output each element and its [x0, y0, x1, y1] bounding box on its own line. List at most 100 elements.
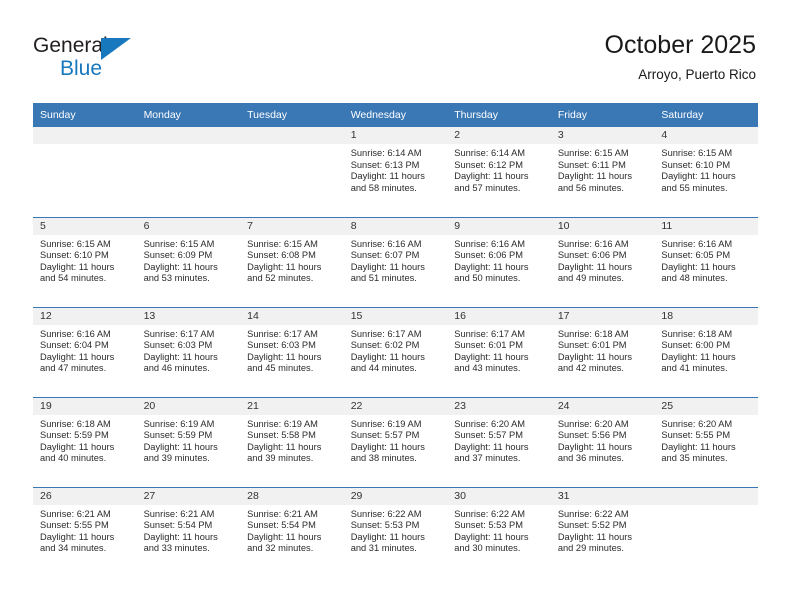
day-detail-line: and 51 minutes.	[350, 273, 417, 284]
day-detail-line: and 40 minutes.	[40, 453, 107, 464]
day-detail-line: Daylight: 11 hours	[557, 531, 633, 542]
day-number: 20	[136, 397, 241, 415]
day-detail-line: Sunrise: 6:20 AM	[454, 418, 526, 429]
day-detail-line: and 52 minutes.	[247, 273, 314, 284]
day-details: Sunrise: 6:18 AM Sunset: 5:59 PM Daylight:…	[33, 415, 137, 465]
calendar-day-cell[interactable]: 7 Sunrise: 6:15 AM Sunset: 6:08 PM Daylight…	[240, 216, 344, 307]
calendar-day-cell[interactable]: 6 Sunrise: 6:15 AM Sunset: 6:09 PM Daylight…	[136, 216, 241, 307]
weekday-header-sunday: Sunday	[33, 103, 137, 127]
day-number: 1	[343, 127, 448, 144]
calendar-day-cell[interactable]: 9 Sunrise: 6:16 AM Sunset: 6:06 PM Daylight…	[447, 216, 551, 307]
calendar-day-cell[interactable]: 27 Sunrise: 6:21 AM Sunset: 5:54 PM Dayligh…	[136, 486, 241, 577]
day-detail-line: Daylight: 11 hours	[454, 351, 529, 362]
day-number: 19	[33, 397, 137, 415]
calendar-day-cell[interactable]: 16 Sunrise: 6:17 AM Sunset: 6:01 PM Dayligh…	[447, 306, 551, 397]
day-detail-line: Sunset: 6:11 PM	[557, 159, 626, 170]
day-detail-line: and 39 minutes.	[143, 453, 210, 464]
day-detail-line: Sunset: 5:53 PM	[454, 520, 523, 531]
day-detail-line: Sunset: 6:12 PM	[454, 159, 523, 170]
calendar-day-cell[interactable]: 18 Sunrise: 6:18 AM Sunset: 6:00 PM Dayligh…	[654, 306, 758, 397]
day-number: 5	[33, 217, 137, 235]
calendar-day-cell[interactable]: 15 Sunrise: 6:17 AM Sunset: 6:02 PM Dayligh…	[343, 306, 448, 397]
day-detail-line: Sunrise: 6:21 AM	[143, 508, 215, 519]
day-details: Sunrise: 6:20 AM Sunset: 5:57 PM Daylight:…	[447, 415, 551, 465]
day-details: Sunrise: 6:14 AM Sunset: 6:12 PM Daylight:…	[447, 144, 551, 194]
day-detail-line: Sunset: 6:03 PM	[247, 340, 316, 351]
calendar-day-cell[interactable]: 28 Sunrise: 6:21 AM Sunset: 5:54 PM Dayligh…	[240, 486, 344, 577]
day-details: Sunrise: 6:17 AM Sunset: 6:03 PM Daylight:…	[137, 325, 241, 375]
calendar-day-cell[interactable]: 12 Sunrise: 6:16 AM Sunset: 6:04 PM Dayligh…	[33, 306, 137, 397]
day-detail-line: Sunset: 6:01 PM	[454, 340, 523, 351]
day-number: 3	[550, 127, 655, 144]
day-detail-line: Sunrise: 6:20 AM	[661, 418, 733, 429]
day-detail-line: Sunrise: 6:17 AM	[247, 328, 318, 339]
calendar-day-cell-empty	[33, 127, 137, 217]
calendar-day-cell[interactable]: 24 Sunrise: 6:20 AM Sunset: 5:56 PM Dayligh…	[550, 396, 655, 487]
day-detail-line: and 42 minutes.	[557, 363, 624, 374]
day-detail-line: Sunrise: 6:18 AM	[661, 328, 733, 339]
day-detail-line: Sunset: 5:59 PM	[143, 430, 213, 441]
day-detail-line: Sunrise: 6:16 AM	[350, 238, 422, 249]
day-number	[654, 487, 758, 505]
day-number: 29	[343, 487, 448, 505]
day-detail-line: Sunset: 6:04 PM	[40, 340, 109, 351]
day-detail-line: Daylight: 11 hours	[350, 261, 425, 272]
brand-logo[interactable]: General Blue	[33, 34, 183, 90]
day-detail-line: Sunrise: 6:20 AM	[557, 418, 629, 429]
calendar-day-cell[interactable]: 19 Sunrise: 6:18 AM Sunset: 5:59 PM Dayligh…	[33, 396, 137, 487]
calendar-day-cell[interactable]: 11 Sunrise: 6:16 AM Sunset: 6:05 PM Dayligh…	[654, 216, 758, 307]
day-detail-line: and 35 minutes.	[661, 453, 728, 464]
day-details: Sunrise: 6:17 AM Sunset: 6:03 PM Daylight:…	[240, 325, 344, 375]
day-number: 21	[240, 397, 344, 415]
calendar-day-cell[interactable]: 8 Sunrise: 6:16 AM Sunset: 6:07 PM Daylight…	[343, 216, 448, 307]
calendar-day-cell[interactable]: 10 Sunrise: 6:16 AM Sunset: 6:06 PM Dayligh…	[550, 216, 655, 307]
calendar-day-cell[interactable]: 31 Sunrise: 6:22 AM Sunset: 5:52 PM Dayligh…	[550, 486, 655, 577]
day-details: Sunrise: 6:22 AM Sunset: 5:53 PM Daylight:…	[447, 505, 551, 555]
calendar-day-cell[interactable]: 30 Sunrise: 6:22 AM Sunset: 5:53 PM Dayligh…	[447, 486, 551, 577]
calendar-day-cell[interactable]: 14 Sunrise: 6:17 AM Sunset: 6:03 PM Dayligh…	[240, 306, 344, 397]
calendar-day-cell[interactable]: 20 Sunrise: 6:19 AM Sunset: 5:59 PM Dayligh…	[136, 396, 241, 487]
day-details: Sunrise: 6:21 AM Sunset: 5:54 PM Daylight:…	[240, 505, 344, 555]
day-number: 27	[136, 487, 241, 505]
day-number: 12	[33, 307, 137, 325]
day-detail-line: Daylight: 11 hours	[40, 351, 115, 362]
day-detail-line: and 57 minutes.	[454, 182, 521, 193]
calendar-day-cell[interactable]: 1 Sunrise: 6:14 AM Sunset: 6:13 PM Daylight…	[343, 127, 448, 217]
day-detail-line: Sunrise: 6:14 AM	[350, 148, 422, 158]
day-detail-line: Sunset: 5:55 PM	[40, 520, 109, 531]
day-detail-line: and 44 minutes.	[350, 363, 417, 374]
day-detail-line: and 32 minutes.	[247, 543, 314, 554]
calendar-day-cell[interactable]: 4 Sunrise: 6:15 AM Sunset: 6:10 PM Daylight…	[654, 127, 758, 217]
day-detail-line: and 45 minutes.	[247, 363, 314, 374]
calendar-day-cell[interactable]: 2 Sunrise: 6:14 AM Sunset: 6:12 PM Daylight…	[447, 127, 551, 217]
day-detail-line: Daylight: 11 hours	[454, 171, 529, 182]
day-details: Sunrise: 6:16 AM Sunset: 6:06 PM Daylight:…	[551, 235, 655, 285]
day-number: 15	[343, 307, 448, 325]
day-details: Sunrise: 6:15 AM Sunset: 6:08 PM Daylight:…	[240, 235, 344, 285]
day-number: 31	[550, 487, 655, 505]
day-detail-line: and 54 minutes.	[40, 273, 107, 284]
title-block: October 2025 Arroyo, Puerto Rico	[605, 30, 757, 83]
day-details: Sunrise: 6:20 AM Sunset: 5:56 PM Daylight:…	[551, 415, 655, 465]
calendar-day-cell[interactable]: 22 Sunrise: 6:19 AM Sunset: 5:57 PM Dayligh…	[343, 396, 448, 487]
day-detail-line: and 55 minutes.	[661, 182, 728, 193]
page-subtitle: Arroyo, Puerto Rico	[638, 67, 756, 82]
calendar-day-cell[interactable]: 23 Sunrise: 6:20 AM Sunset: 5:57 PM Dayligh…	[447, 396, 551, 487]
calendar-table: Sunday Monday Tuesday Wednesday Thursday Frid…	[33, 103, 758, 577]
calendar-day-cell[interactable]: 5 Sunrise: 6:15 AM Sunset: 6:10 PM Daylight…	[33, 216, 137, 307]
day-detail-line: Sunset: 6:03 PM	[143, 340, 213, 351]
calendar-day-cell[interactable]: 21 Sunrise: 6:19 AM Sunset: 5:58 PM Dayligh…	[240, 396, 344, 487]
calendar-day-cell[interactable]: 3 Sunrise: 6:15 AM Sunset: 6:11 PM Daylight…	[550, 127, 655, 217]
day-detail-line: Sunset: 6:06 PM	[454, 250, 523, 261]
day-number: 24	[550, 397, 655, 415]
day-detail-line: and 30 minutes.	[454, 543, 521, 554]
calendar-day-cell[interactable]: 29 Sunrise: 6:22 AM Sunset: 5:53 PM Dayligh…	[343, 486, 448, 577]
day-detail-line: Sunset: 5:58 PM	[247, 430, 316, 441]
calendar-day-cell[interactable]: 26 Sunrise: 6:21 AM Sunset: 5:55 PM Dayligh…	[33, 486, 137, 577]
day-detail-line: Sunrise: 6:16 AM	[557, 238, 629, 249]
day-detail-line: Sunset: 5:57 PM	[454, 430, 523, 441]
calendar-day-cell[interactable]: 13 Sunrise: 6:17 AM Sunset: 6:03 PM Dayligh…	[136, 306, 241, 397]
calendar-day-cell[interactable]: 17 Sunrise: 6:18 AM Sunset: 6:01 PM Dayligh…	[550, 306, 655, 397]
calendar-day-cell[interactable]: 25 Sunrise: 6:20 AM Sunset: 5:55 PM Dayligh…	[654, 396, 758, 487]
day-detail-line: Daylight: 11 hours	[557, 351, 633, 362]
